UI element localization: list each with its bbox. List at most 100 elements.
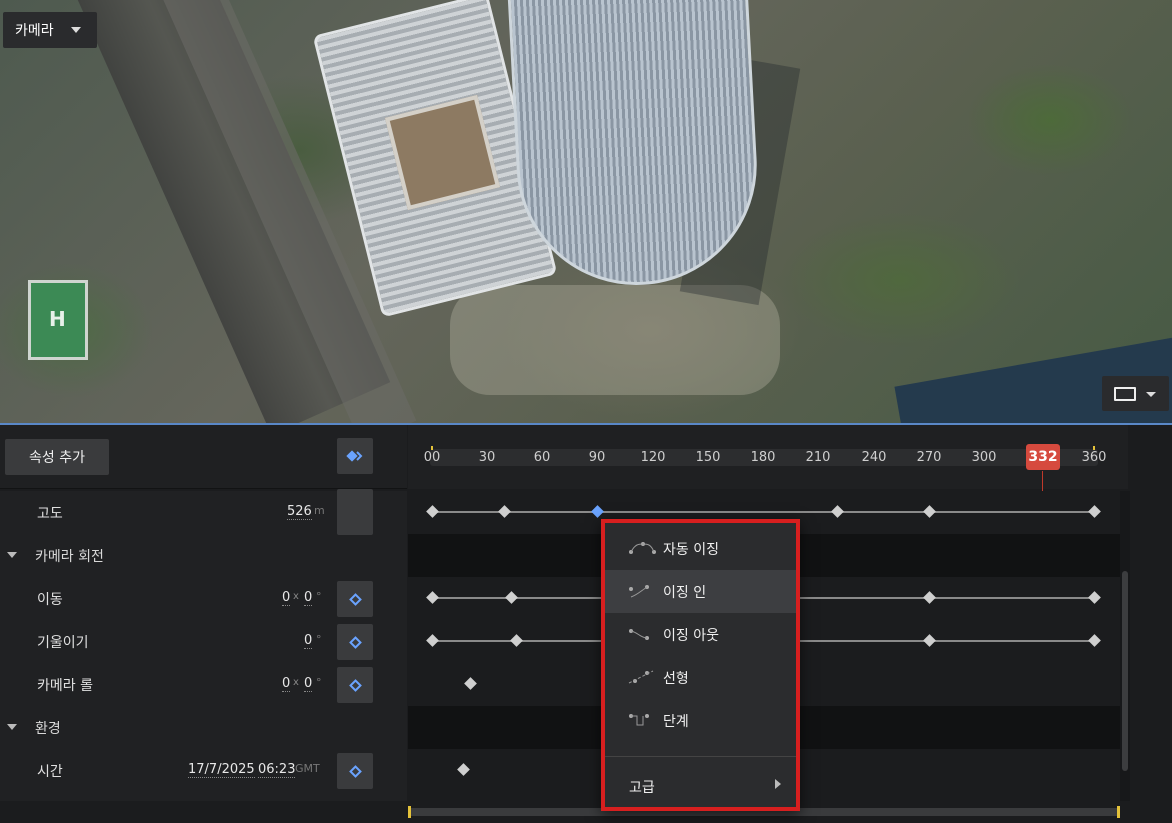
easing-context-menu: 자동 이징 이징 인 이징 아웃 선형 단계 고급 [601, 519, 800, 811]
timeline-panel: 속성 추가 00 30 60 90 120 150 180 210 240 27… [0, 425, 1172, 823]
keyframe[interactable] [457, 763, 470, 776]
attribute-list: 고도 526 m 카메라 회전 이동 0 x 0 ° 기울이기 0 ° 카메라 … [0, 489, 407, 801]
keyframe[interactable] [923, 634, 936, 647]
menu-item-advanced[interactable]: 고급 [605, 763, 796, 807]
tick-label: 210 [805, 450, 831, 465]
keyframe[interactable] [498, 505, 511, 518]
vertical-scrollbar[interactable] [1120, 491, 1130, 801]
timezone-label: GMT [295, 762, 320, 775]
degree-unit: ° [316, 676, 322, 689]
keyframe[interactable] [1088, 634, 1101, 647]
aspect-ratio-icon [1114, 387, 1136, 401]
add-keyframe-button[interactable] [337, 667, 373, 703]
menu-item-auto-easing[interactable]: 자동 이징 [605, 527, 796, 570]
menu-item-linear[interactable]: 선형 [605, 656, 796, 699]
camera-dropdown[interactable]: 카메라 [3, 12, 97, 48]
plaza [450, 285, 780, 395]
tick-label: 300 [971, 450, 997, 465]
xy-separator: x [293, 677, 299, 688]
attribute-row-time[interactable]: 시간 17/7/2025 06:23 GMT [0, 749, 407, 792]
altitude-value[interactable]: 526 [287, 504, 312, 520]
map-viewport[interactable]: 카메라 [0, 0, 1172, 425]
pan-y-value[interactable]: 0 [304, 590, 313, 606]
menu-item-ease-out[interactable]: 이징 아웃 [605, 613, 796, 656]
keyframe[interactable] [1088, 591, 1101, 604]
keyframe[interactable] [831, 505, 844, 518]
keyframe-diamond-icon [348, 678, 362, 692]
playhead-badge[interactable]: 332 [1026, 444, 1060, 470]
menu-item-label: 자동 이징 [663, 541, 719, 558]
easing-auto-icon [629, 542, 656, 554]
next-keyframe-icon [346, 450, 363, 462]
menu-item-label: 단계 [663, 713, 689, 730]
tick-label: 180 [750, 450, 776, 465]
keyframe[interactable] [426, 505, 439, 518]
section-label: 카메라 회전 [35, 549, 104, 565]
keyframe-diamond-icon [348, 635, 362, 649]
tilt-value[interactable]: 0 [304, 633, 313, 649]
attribute-row-tilt[interactable]: 기울이기 0 ° [0, 620, 407, 663]
attribute-label: 고도 [37, 506, 63, 522]
chevron-down-icon [1146, 392, 1156, 397]
roll-x-value[interactable]: 0 [282, 676, 291, 692]
degree-unit: ° [316, 633, 322, 646]
attribute-label: 카메라 롤 [37, 678, 93, 694]
tick-label: 00 [423, 450, 441, 465]
menu-item-label: 고급 [629, 780, 655, 796]
step-icon [629, 714, 649, 726]
keyframe-slot[interactable] [337, 489, 373, 535]
keyframe[interactable] [464, 677, 477, 690]
range-end-handle[interactable] [1117, 806, 1120, 818]
keyframe[interactable] [510, 634, 523, 647]
camera-dropdown-label: 카메라 [15, 23, 54, 39]
add-keyframe-button[interactable] [337, 753, 373, 789]
tick-label: 120 [640, 450, 666, 465]
menu-item-step[interactable]: 단계 [605, 699, 796, 742]
timeline-ruler[interactable]: 00 30 60 90 120 150 180 210 240 270 300 … [408, 425, 1128, 489]
keyframe[interactable] [426, 591, 439, 604]
menu-item-ease-in[interactable]: 이징 인 [605, 570, 796, 613]
date-value[interactable]: 17/7/2025 [188, 762, 255, 778]
attribute-label: 이동 [37, 592, 63, 608]
menu-item-label: 이징 아웃 [663, 627, 719, 644]
keyframe-diamond-icon [348, 592, 362, 606]
section-environment[interactable]: 환경 [0, 706, 407, 749]
keyframe-selected[interactable] [591, 505, 604, 518]
add-attribute-button[interactable]: 속성 추가 [5, 439, 109, 475]
add-keyframe-button[interactable] [337, 581, 373, 617]
xy-separator: x [293, 591, 299, 602]
keyframe[interactable] [923, 591, 936, 604]
keyframe[interactable] [923, 505, 936, 518]
attribute-label: 기울이기 [37, 635, 89, 651]
aspect-ratio-button[interactable] [1102, 376, 1169, 411]
attribute-row-pan[interactable]: 이동 0 x 0 ° [0, 577, 407, 620]
scroll-thumb[interactable] [1122, 571, 1128, 771]
helipad [28, 280, 88, 360]
next-keyframe-button[interactable] [337, 438, 373, 474]
keyframe-diamond-icon [348, 764, 362, 778]
tick-label: 30 [478, 450, 496, 465]
attribute-row-altitude[interactable]: 고도 526 m [0, 489, 407, 535]
submenu-arrow-icon [775, 779, 781, 789]
linear-icon [628, 670, 654, 684]
section-camera-rotation[interactable]: 카메라 회전 [0, 534, 407, 577]
section-label: 환경 [35, 721, 61, 737]
menu-item-label: 이징 인 [663, 584, 707, 601]
altitude-unit: m [314, 504, 325, 517]
range-start-handle[interactable] [408, 806, 411, 818]
attribute-label: 시간 [37, 764, 63, 780]
roll-y-value[interactable]: 0 [304, 676, 313, 692]
attribute-row-roll[interactable]: 카메라 롤 0 x 0 ° [0, 663, 407, 706]
keyframe[interactable] [505, 591, 518, 604]
attributes-header: 속성 추가 [0, 425, 407, 489]
tick-label: 60 [533, 450, 551, 465]
keyframe[interactable] [1088, 505, 1101, 518]
pan-x-value[interactable]: 0 [282, 590, 291, 606]
add-keyframe-button[interactable] [337, 624, 373, 660]
menu-divider [605, 756, 796, 757]
collapse-triangle-icon[interactable] [7, 724, 17, 730]
tick-label: 270 [916, 450, 942, 465]
collapse-triangle-icon[interactable] [7, 552, 17, 558]
time-value[interactable]: 06:23 [258, 762, 296, 778]
keyframe[interactable] [426, 634, 439, 647]
